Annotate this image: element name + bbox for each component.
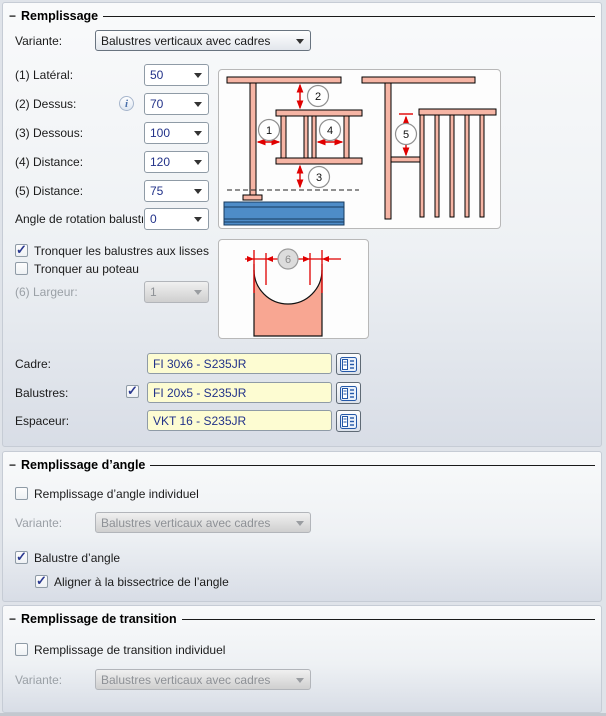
param-label: (1) Latéral: — [15, 68, 74, 82]
section-title: Remplissage — [21, 9, 99, 23]
filling-settings-panel: − Remplissage Variante: Balustres vertic… — [0, 0, 606, 716]
balustres-checkbox[interactable] — [126, 383, 139, 399]
param-distance5-select[interactable]: 75 — [144, 180, 209, 202]
transition-variante-select[interactable]: Balustres verticaux avec cadres — [95, 669, 311, 690]
chevron-down-icon — [194, 131, 202, 136]
header-rule — [181, 619, 595, 620]
chevron-down-icon — [296, 521, 304, 526]
baluster-cut-diagram: 6 — [218, 239, 369, 339]
angle-variante-select[interactable]: Balustres verticaux avec cadres — [95, 512, 311, 533]
espaceur-field[interactable]: VKT 16 - S235JR — [147, 410, 332, 431]
chevron-down-icon — [296, 678, 304, 683]
transition-variante-label: Variante: — [15, 673, 63, 687]
baluster-cut-svg: 6 — [245, 248, 341, 337]
largeur-select[interactable]: 1 — [144, 281, 209, 303]
railing-diagram: 1 2 3 4 5 — [218, 69, 501, 229]
chevron-down-icon — [194, 290, 202, 295]
chevron-down-icon — [194, 73, 202, 78]
truncate-post-checkbox[interactable] — [15, 262, 28, 275]
header-rule — [103, 16, 595, 17]
collapse-icon[interactable]: − — [9, 10, 16, 22]
param-label: (3) Dessous: — [15, 126, 84, 140]
section-remplissage-transition: − Remplissage de transition Remplissage … — [2, 605, 602, 713]
callout-3: 3 — [316, 172, 322, 184]
chevron-down-icon — [296, 39, 304, 44]
chevron-down-icon — [194, 160, 202, 165]
table-icon — [340, 385, 357, 401]
param-label: (2) Dessus: — [15, 97, 77, 111]
header-rule — [150, 465, 595, 466]
angle-variante-label: Variante: — [15, 516, 63, 530]
collapse-icon[interactable]: − — [9, 459, 16, 471]
espaceur-label: Espaceur: — [15, 414, 70, 428]
chevron-down-icon — [194, 102, 202, 107]
param-dessus-select[interactable]: 70 — [144, 93, 209, 115]
info-icon[interactable]: i — [119, 96, 134, 111]
chevron-down-icon — [194, 217, 202, 222]
variante-select[interactable]: Balustres verticaux avec cadres — [95, 30, 311, 51]
section-header: − Remplissage d’angle — [9, 458, 595, 472]
param-distance4-select[interactable]: 120 — [144, 151, 209, 173]
param-label: (5) Distance: — [15, 184, 84, 198]
section-header: − Remplissage de transition — [9, 612, 595, 626]
cadre-field[interactable]: FI 30x6 - S235JR — [147, 353, 332, 374]
angle-balustre-checkbox[interactable] — [15, 549, 28, 565]
param-label: (4) Distance: — [15, 155, 84, 169]
section-title: Remplissage d’angle — [21, 458, 146, 472]
param-dessous-select[interactable]: 100 — [144, 122, 209, 144]
section-remplissage-angle: − Remplissage d’angle Remplissage d’angl… — [2, 451, 602, 602]
section-remplissage: − Remplissage Variante: Balustres vertic… — [2, 2, 602, 447]
callout-6: 6 — [285, 254, 291, 266]
railing-diagram-svg: 1 2 3 4 5 — [223, 76, 497, 226]
cadre-label: Cadre: — [15, 357, 52, 371]
section-title: Remplissage de transition — [21, 612, 177, 626]
angle-balustre-label: Balustre d’angle — [34, 551, 121, 565]
transition-individual-checkbox[interactable] — [15, 643, 28, 656]
cadre-browse-button[interactable] — [336, 353, 361, 375]
table-icon — [340, 356, 357, 372]
callout-5: 5 — [403, 129, 409, 141]
callout-2: 2 — [315, 91, 321, 103]
balustres-browse-button[interactable] — [336, 382, 361, 404]
param-rotation-select[interactable]: 0 — [144, 208, 209, 230]
truncate-lisses-checkbox[interactable] — [15, 242, 28, 258]
variante-label: Variante: — [15, 34, 63, 48]
largeur-label: (6) Largeur: — [15, 285, 78, 299]
balustres-field[interactable]: FI 20x5 - S235JR — [147, 382, 332, 403]
section-header: − Remplissage — [9, 9, 595, 23]
transition-individual-label: Remplissage de transition individuel — [34, 643, 226, 657]
callout-4: 4 — [327, 125, 333, 137]
param-lateral-select[interactable]: 50 — [144, 64, 209, 86]
chevron-down-icon — [194, 189, 202, 194]
callout-1: 1 — [266, 125, 272, 137]
angle-individual-label: Remplissage d’angle individuel — [34, 487, 199, 501]
angle-bissectrice-checkbox[interactable] — [35, 573, 48, 589]
truncate-lisses-label: Tronquer les balustres aux lisses — [34, 244, 209, 258]
collapse-icon[interactable]: − — [9, 613, 16, 625]
table-icon — [340, 413, 357, 429]
balustres-label: Balustres: — [15, 386, 69, 400]
espaceur-browse-button[interactable] — [336, 410, 361, 432]
angle-bissectrice-label: Aligner à la bissectrice de l’angle — [54, 575, 229, 589]
param-label: Angle de rotation balustr — [15, 212, 143, 226]
angle-individual-checkbox[interactable] — [15, 487, 28, 500]
truncate-post-label: Tronquer au poteau — [34, 262, 139, 276]
